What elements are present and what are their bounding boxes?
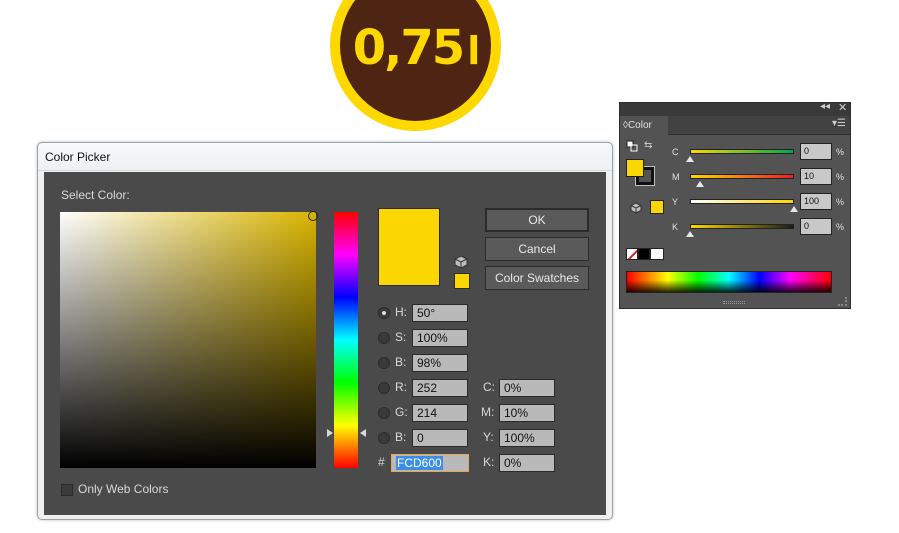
k-label: K: (483, 455, 495, 469)
collapse-icon[interactable]: ◂◂ (820, 101, 830, 112)
color-swatches-button[interactable]: Color Swatches (485, 266, 589, 290)
dialog-titlebar[interactable]: Color Picker (38, 143, 612, 171)
hex-value: FCD600 (396, 456, 443, 470)
c-label: C: (483, 380, 495, 394)
default-fill-stroke-icon[interactable] (626, 140, 638, 152)
panel-grip-icon[interactable] (723, 301, 745, 304)
out-of-web-color-swatch[interactable] (650, 200, 664, 214)
color-field-marker[interactable] (308, 211, 318, 221)
blue-field[interactable]: 0 (412, 429, 468, 447)
web-safe-cube-icon[interactable] (630, 202, 642, 214)
badge-logo: 0,75 l ФАСОВКА (330, 0, 501, 131)
panel-topbar[interactable]: ◂◂ ✕ (620, 101, 850, 116)
radio-s[interactable] (378, 332, 390, 344)
channel-y-label: Y (672, 197, 679, 207)
g-label: G: (395, 405, 408, 419)
tab-color-label: Color (627, 120, 652, 131)
r-field[interactable]: 252 (412, 379, 468, 397)
slider-y-thumb[interactable] (790, 206, 798, 212)
channel-y-unit: % (836, 197, 845, 207)
m-label: M: (481, 405, 495, 419)
slider-y[interactable] (690, 199, 794, 204)
dialog-title: Color Picker (45, 150, 111, 164)
black-swatch[interactable] (638, 248, 650, 260)
panel-tabbar: ◊Color ▾☰ (620, 116, 850, 135)
new-color-swatch (378, 208, 440, 286)
slider-k[interactable] (690, 224, 794, 229)
s-field[interactable]: 100% (412, 329, 468, 347)
close-icon[interactable]: ✕ (838, 101, 847, 114)
color-picker-dialog: Color Picker Select Color: OK Cancel Col… (37, 142, 613, 520)
b-label: B: (395, 355, 407, 369)
channel-k-label: K (672, 222, 679, 232)
h-label: H: (395, 305, 407, 319)
y-field[interactable]: 100% (499, 429, 555, 447)
only-web-colors-label[interactable]: Only Web Colors (78, 482, 168, 496)
channel-k-field[interactable]: 0 (800, 218, 832, 235)
tab-color[interactable]: ◊Color (620, 116, 668, 135)
radio-blue[interactable] (378, 432, 390, 444)
hue-slider-arrow-right[interactable] (360, 429, 366, 437)
channel-c-field[interactable]: 0 (800, 143, 832, 160)
badge-unit: l (467, 29, 480, 73)
ok-button[interactable]: OK (485, 208, 589, 232)
channel-m-field[interactable]: 10 (800, 168, 832, 185)
m-field[interactable]: 10% (499, 404, 555, 422)
blue-label: B: (395, 430, 407, 444)
radio-r[interactable] (378, 382, 390, 394)
k-field[interactable]: 0% (499, 454, 555, 472)
select-color-label: Select Color: (61, 188, 130, 202)
web-safe-cube-icon[interactable] (454, 255, 468, 269)
resize-grip-icon[interactable] (838, 297, 847, 306)
hue-slider-arrow-left[interactable] (327, 429, 333, 437)
slider-m-thumb[interactable] (696, 181, 705, 187)
channel-k-unit: % (836, 222, 845, 232)
channel-c-unit: % (836, 147, 845, 157)
slider-c-thumb[interactable] (686, 156, 694, 162)
color-spectrum-ramp[interactable] (626, 271, 832, 293)
r-label: R: (395, 380, 407, 394)
g-field[interactable]: 214 (412, 404, 468, 422)
channel-m-label: M (672, 172, 680, 182)
panel-menu-icon[interactable]: ▾☰ (832, 118, 846, 129)
slider-k-thumb[interactable] (686, 231, 694, 237)
slider-c[interactable] (690, 149, 794, 154)
color-panel: ◂◂ ✕ ◊Color ▾☰ ⇆ C 0 % M 10 % Y 100 % K … (619, 101, 851, 309)
cancel-button[interactable]: Cancel (485, 237, 589, 261)
b-field[interactable]: 98% (412, 354, 468, 372)
saturation-brightness-field[interactable] (60, 212, 316, 468)
radio-h[interactable] (378, 307, 390, 319)
hex-field[interactable]: FCD600 (391, 454, 469, 472)
hex-label: # (378, 455, 385, 469)
radio-b[interactable] (378, 357, 390, 369)
white-swatch[interactable] (650, 248, 664, 260)
web-safe-swatch[interactable] (454, 273, 470, 289)
badge-value: 0,75 l (352, 20, 480, 76)
y-label: Y: (483, 430, 494, 444)
h-field[interactable]: 50° (412, 304, 468, 322)
only-web-colors-checkbox[interactable] (61, 484, 73, 496)
slider-m[interactable] (690, 174, 794, 179)
c-field[interactable]: 0% (499, 379, 555, 397)
swap-fill-stroke-icon[interactable]: ⇆ (644, 140, 658, 152)
channel-c-label: C (672, 147, 679, 157)
hue-slider[interactable] (334, 212, 358, 468)
channel-m-unit: % (836, 172, 845, 182)
none-swatch[interactable] (626, 248, 638, 260)
radio-g[interactable] (378, 407, 390, 419)
dialog-body: Select Color: OK Cancel Color Swatches H… (44, 172, 606, 515)
s-label: S: (395, 330, 407, 344)
badge-band-text: ФАСОВКА (379, 96, 452, 110)
fill-swatch[interactable] (626, 159, 644, 177)
channel-y-field[interactable]: 100 (800, 193, 832, 210)
